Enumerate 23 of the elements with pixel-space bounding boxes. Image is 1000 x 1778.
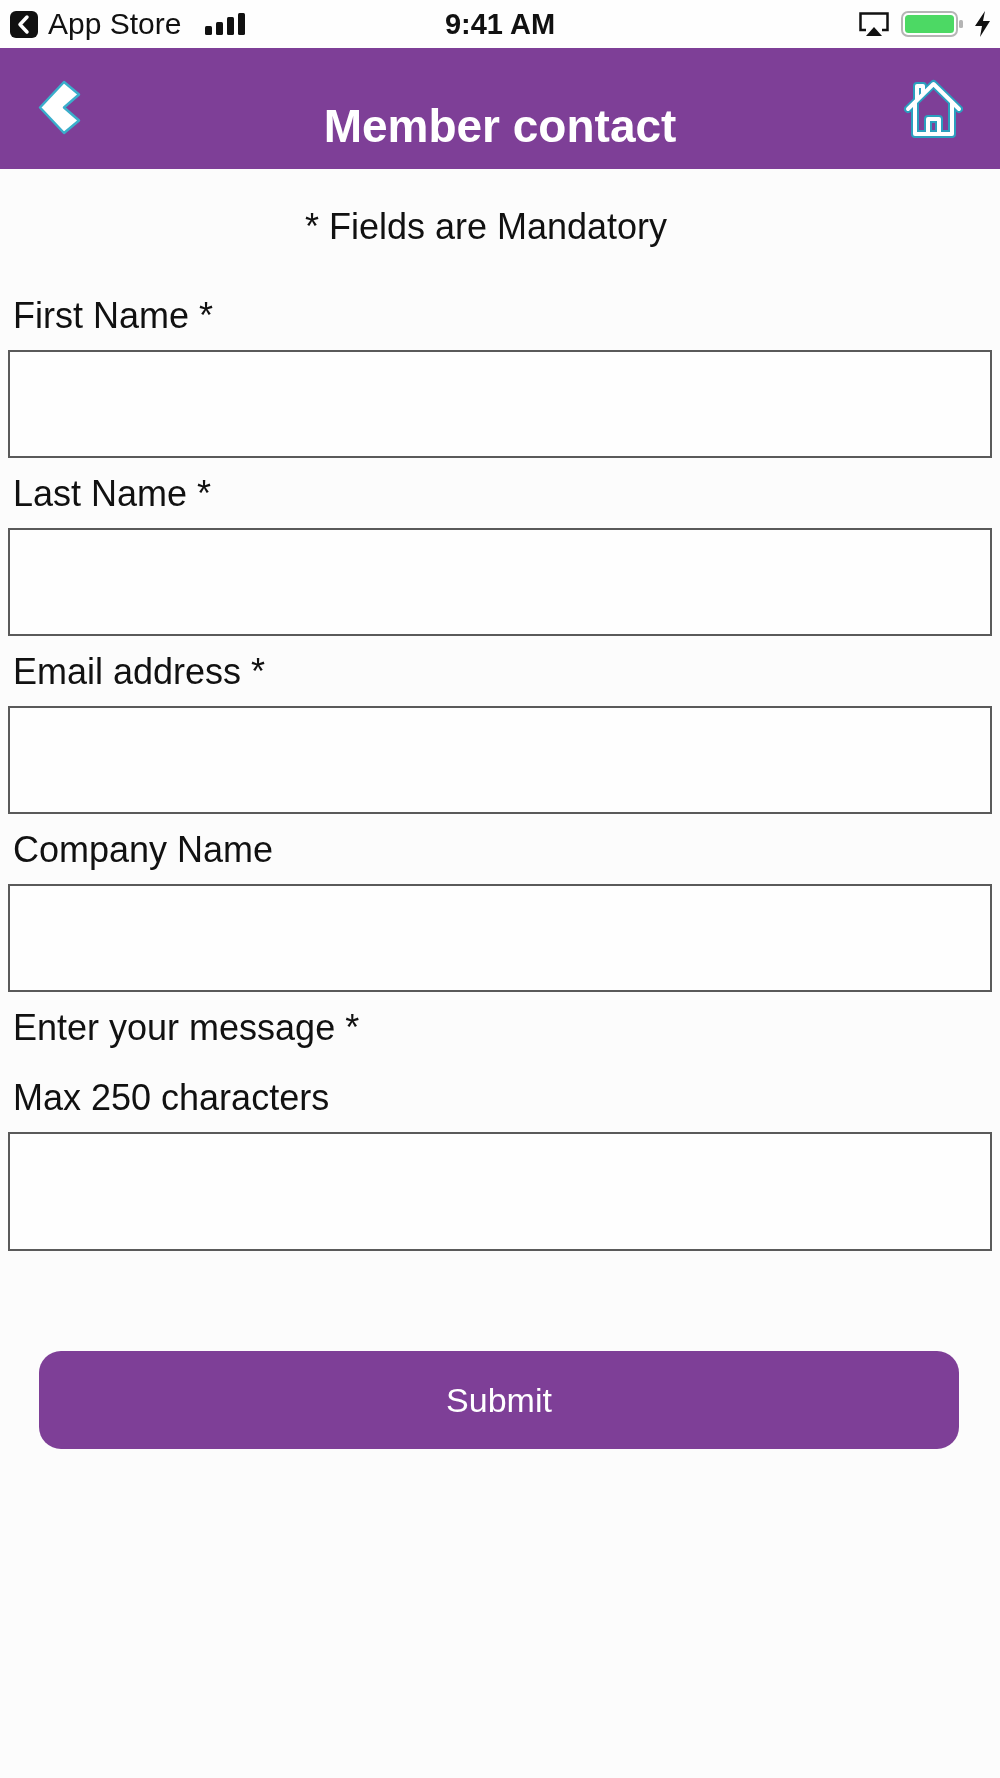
screen-mirroring-icon <box>859 12 889 36</box>
submit-button[interactable]: Submit <box>39 1351 959 1449</box>
text-field[interactable] <box>8 884 992 992</box>
field-label: Email address * <box>13 651 266 692</box>
screen-title: Member contact <box>323 99 677 153</box>
back-icon[interactable] <box>37 79 82 136</box>
field-label: Company Name <box>13 829 274 870</box>
field-label: First Name * <box>13 295 214 336</box>
back-to-app-button[interactable]: App Store <box>10 7 182 41</box>
field-hint: Max 250 characters <box>13 1077 330 1118</box>
field-label: Enter your message * <box>13 1007 360 1048</box>
home-icon[interactable] <box>904 79 963 138</box>
status-time: 9:41 AM <box>444 7 556 41</box>
field-label: Last Name * <box>13 473 212 514</box>
text-field[interactable] <box>8 706 992 814</box>
lightning-bolt-icon <box>975 11 990 37</box>
signal-bars-icon <box>205 13 246 35</box>
message-field[interactable] <box>8 1132 992 1251</box>
battery-icon <box>901 11 963 37</box>
text-field[interactable] <box>8 350 992 458</box>
back-icon <box>10 10 38 38</box>
text-field[interactable] <box>8 528 992 636</box>
mandatory-note: * Fields are Mandatory <box>304 206 668 247</box>
